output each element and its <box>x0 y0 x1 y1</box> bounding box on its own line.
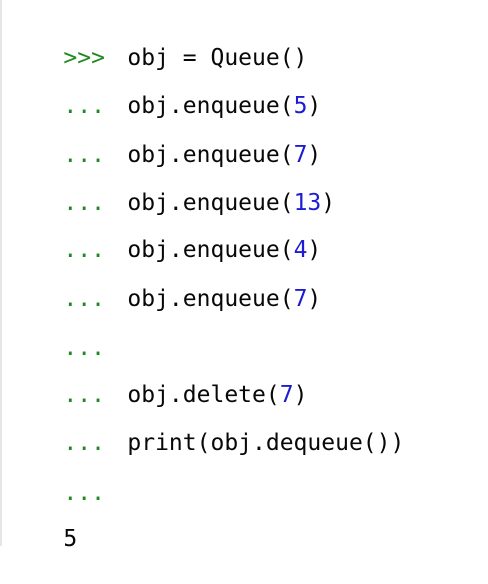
console-output-line: 5 <box>8 494 77 552</box>
console-line-10: ... <box>8 448 127 506</box>
code-text: print(obj.dequeue()) <box>127 430 405 456</box>
number-literal: 7 <box>293 286 308 312</box>
console-line-3: ... obj.enqueue(7) <box>8 110 321 168</box>
console-line-2: ... obj.enqueue(5) <box>8 61 321 119</box>
console-line-8: ... obj.delete(7) <box>8 350 307 408</box>
console-line-1: >>> obj = Queue() <box>8 13 307 71</box>
console-line-6: ... obj.enqueue(7) <box>8 254 321 312</box>
console-line-7: ... <box>8 303 127 361</box>
console-line-5: ... obj.enqueue(4) <box>8 205 321 263</box>
code-text: ) <box>307 286 322 312</box>
code-text: ) <box>321 190 336 216</box>
console-line-4: ... obj.enqueue(13) <box>8 158 335 216</box>
output-text: 5 <box>63 526 78 552</box>
code-text: obj.enqueue( <box>127 286 294 312</box>
console-line-9: ... print(obj.dequeue()) <box>8 398 404 456</box>
python-console[interactable]: >>> obj = Queue() ... obj.enqueue(5) ... ob… <box>0 0 488 552</box>
